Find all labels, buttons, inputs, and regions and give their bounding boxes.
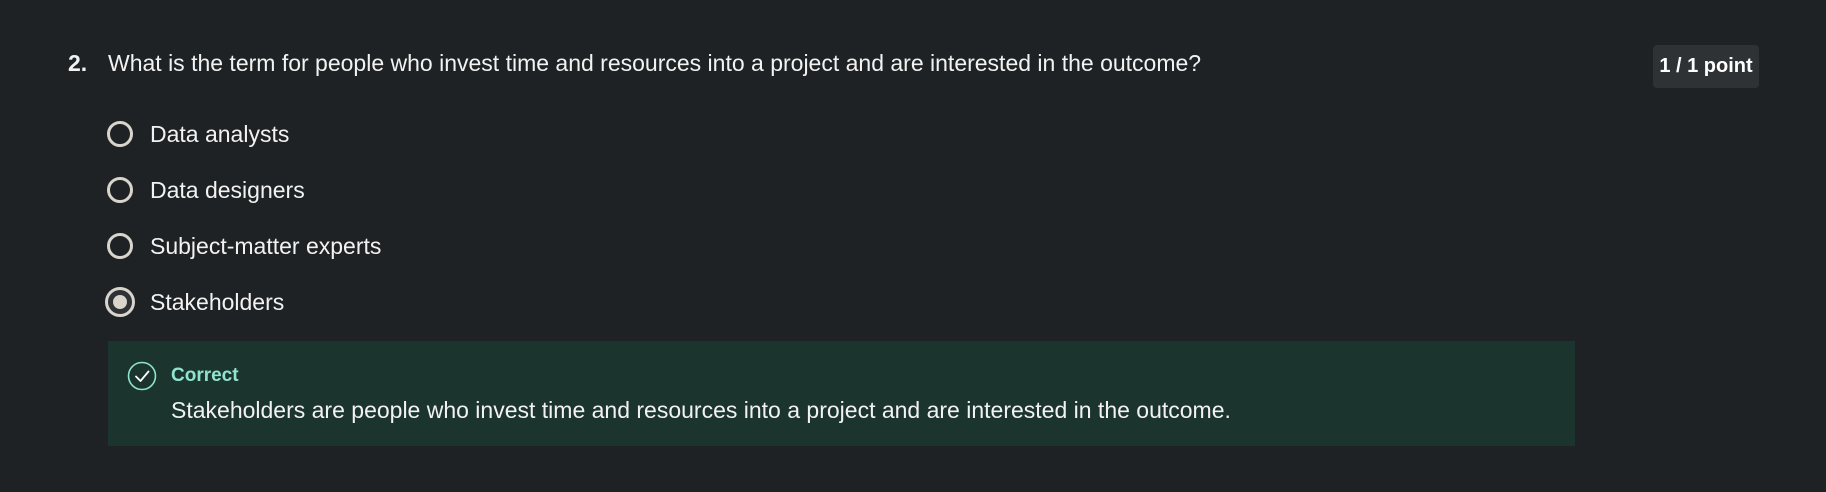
- option-data-designers[interactable]: Data designers: [107, 171, 381, 209]
- option-stakeholders[interactable]: Stakeholders: [105, 283, 381, 321]
- points-badge: 1 / 1 point: [1653, 45, 1759, 88]
- option-label: Stakeholders: [150, 289, 285, 315]
- question-number: 2.: [68, 50, 88, 76]
- option-label: Data analysts: [150, 121, 290, 147]
- feedback-message: Stakeholders are people who invest time …: [171, 397, 1231, 423]
- radio-button[interactable]: [107, 233, 133, 259]
- answer-options: Data analysts Data designers Subject-mat…: [105, 115, 381, 339]
- question-text: What is the term for people who invest t…: [108, 50, 1202, 76]
- option-label: Subject-matter experts: [150, 233, 382, 259]
- option-label: Data designers: [150, 177, 305, 203]
- feedback-status: Correct: [171, 365, 239, 386]
- feedback-panel: Correct Stakeholders are people who inve…: [108, 341, 1575, 446]
- radio-button[interactable]: [107, 177, 133, 203]
- check-circle-icon: [127, 361, 157, 391]
- option-subject-matter-experts[interactable]: Subject-matter experts: [107, 227, 381, 265]
- radio-button[interactable]: [107, 121, 133, 147]
- radio-button-selected[interactable]: [105, 287, 135, 317]
- quiz-question: 2. What is the term for people who inves…: [0, 0, 1826, 492]
- radio-dot: [113, 295, 127, 309]
- option-data-analysts[interactable]: Data analysts: [107, 115, 381, 153]
